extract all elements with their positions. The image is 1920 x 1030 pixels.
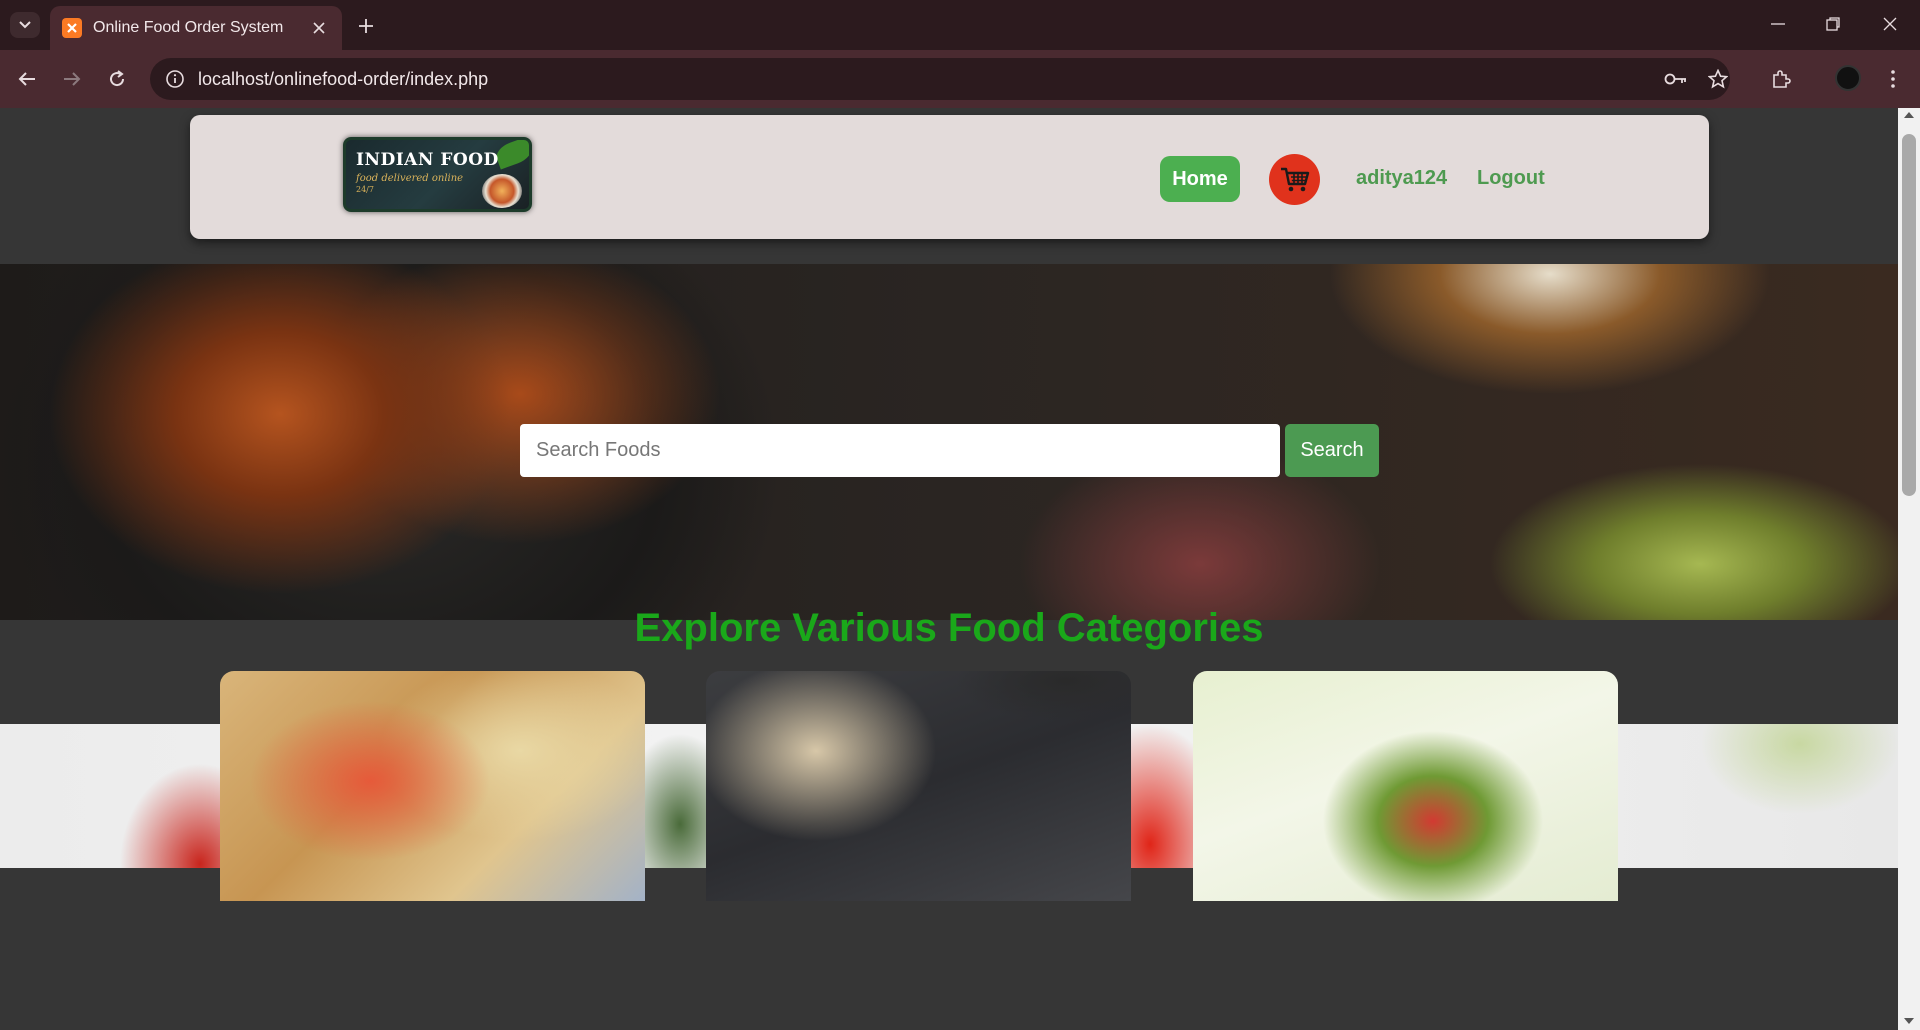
address-bar[interactable]: localhost/onlinefood-order/index.php	[150, 58, 1730, 100]
site-info-icon[interactable]	[164, 68, 186, 90]
xampp-favicon-icon	[62, 18, 82, 38]
logo-tagline-hours: 24/7	[356, 185, 374, 194]
close-window-icon[interactable]	[1870, 8, 1910, 40]
url-text: localhost/onlinefood-order/index.php	[198, 68, 489, 89]
category-card-pasta-photo[interactable]	[706, 671, 1131, 901]
logo-tagline: food delivered online	[356, 173, 464, 184]
restore-icon[interactable]	[1813, 8, 1853, 40]
logo-title: INDIAN FOOD	[356, 150, 499, 170]
minimize-icon[interactable]	[1758, 8, 1798, 40]
site-navbar: INDIAN FOOD food delivered online 24/7 H…	[190, 115, 1709, 239]
browser-tab-bar: Online Food Order System	[0, 0, 1920, 50]
password-key-icon[interactable]	[1660, 63, 1692, 95]
scroll-down-arrow-icon[interactable]	[1904, 1018, 1914, 1024]
back-arrow-left-icon[interactable]	[12, 64, 42, 94]
search-button[interactable]: Search	[1285, 424, 1379, 477]
page-viewport: INDIAN FOOD food delivered online 24/7 H…	[0, 108, 1898, 1030]
site-logo[interactable]: INDIAN FOOD food delivered online 24/7	[343, 137, 532, 212]
page-scrollbar[interactable]	[1898, 108, 1920, 1030]
category-card-sandwich-photo[interactable]	[220, 671, 645, 901]
new-tab-plus-icon[interactable]	[352, 12, 380, 40]
extensions-puzzle-icon[interactable]	[1766, 64, 1796, 94]
nav-username-link[interactable]: aditya124	[1356, 167, 1447, 190]
category-card-wrap-photo[interactable]	[1193, 671, 1618, 901]
scrollbar-thumb[interactable]	[1902, 134, 1916, 496]
profile-avatar[interactable]	[1835, 65, 1861, 91]
scroll-up-arrow-icon[interactable]	[1904, 112, 1914, 118]
hero-search-banner: Search	[0, 264, 1898, 620]
search-foods-input[interactable]	[520, 424, 1280, 477]
tab-title: Online Food Order System	[93, 19, 284, 36]
bookmark-star-icon[interactable]	[1702, 63, 1734, 95]
browser-tab[interactable]: Online Food Order System	[50, 6, 342, 50]
reload-icon[interactable]	[102, 64, 132, 94]
tab-search-chevron-down-icon[interactable]	[10, 12, 40, 38]
kebab-menu-icon[interactable]	[1878, 64, 1908, 94]
categories-heading: Explore Various Food Categories	[634, 606, 1264, 650]
logo-leaf-graphic	[493, 140, 529, 170]
shopping-cart-icon[interactable]	[1269, 154, 1320, 205]
close-tab-icon[interactable]	[308, 17, 330, 39]
nav-logout-link[interactable]: Logout	[1477, 167, 1545, 190]
logo-food-plate-graphic	[482, 174, 522, 208]
nav-home-button[interactable]: Home	[1160, 156, 1240, 202]
forward-arrow-right-icon[interactable]	[57, 64, 87, 94]
browser-toolbar: localhost/onlinefood-order/index.php	[0, 50, 1920, 108]
